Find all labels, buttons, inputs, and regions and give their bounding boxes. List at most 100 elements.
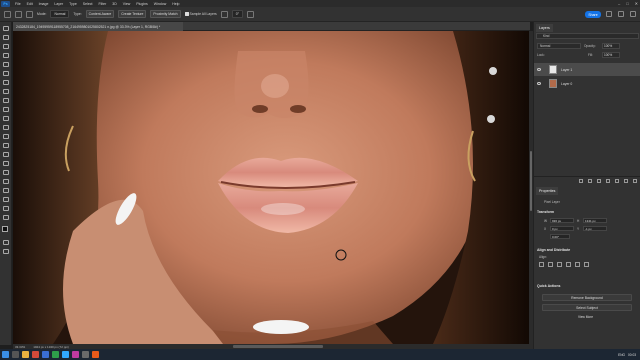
fill-field[interactable]: 100% [602,52,620,58]
link-layers-icon[interactable] [579,178,583,183]
align-left-icon[interactable] [539,262,544,267]
spot-healing-brush-icon[interactable] [15,10,22,18]
app-icon[interactable] [92,351,99,358]
minimize-icon[interactable]: – [618,1,620,6]
history-brush-tool-icon[interactable] [3,116,9,121]
fx-icon[interactable] [588,178,592,183]
browser-icon[interactable] [32,351,39,358]
app-icon[interactable] [52,351,59,358]
content-aware-button[interactable]: Content-Aware [85,10,115,18]
brush-tool-icon[interactable] [3,98,9,103]
start-icon[interactable] [2,351,9,358]
menu-filter[interactable]: Filter [96,2,110,6]
sample-all-layers-checkbox[interactable]: Sample All Layers [184,12,217,17]
type-tool-icon[interactable] [3,170,9,175]
y-field[interactable]: -1 px [583,226,607,231]
adjustment-icon[interactable] [606,178,610,183]
blur-tool-icon[interactable] [3,143,9,148]
layers-tab[interactable]: Layers [536,24,553,32]
layer-name[interactable]: Layer 1 [561,68,572,72]
clone-stamp-tool-icon[interactable] [3,107,9,112]
photoshop-icon[interactable] [62,351,69,358]
share-button[interactable]: Share [585,11,601,18]
layer-row[interactable]: Layer 0 [534,77,640,90]
menu-window[interactable]: Window [151,2,169,6]
height-field[interactable]: 1341 px [583,218,607,223]
blend-mode-select[interactable]: Normal [537,43,581,49]
clock[interactable]: 00:03 [628,353,636,357]
create-texture-button[interactable]: Create Texture [118,10,147,18]
angle-field[interactable]: 0.00° [550,234,570,239]
layer-name[interactable]: Layer 0 [561,82,572,86]
trash-icon[interactable] [633,178,637,183]
rectangle-tool-icon[interactable] [3,188,9,193]
align-middle-icon[interactable] [575,262,580,267]
foreground-color-swatch[interactable] [2,226,8,232]
zoom-level[interactable]: 33.33% [15,345,25,349]
align-top-icon[interactable] [566,262,571,267]
lasso-tool-icon[interactable] [3,44,9,49]
close-icon[interactable]: ✕ [635,1,638,6]
eraser-tool-icon[interactable] [3,125,9,130]
frame-tool-icon[interactable] [3,71,9,76]
search-icon[interactable] [12,351,19,358]
menu-layer[interactable]: Layer [51,2,66,6]
home-icon[interactable] [4,10,11,18]
menu-help[interactable]: Help [169,2,182,6]
remove-background-button[interactable]: Remove Background [542,294,632,301]
pressure-icon[interactable] [246,10,254,18]
layer-row[interactable]: Layer 1 [534,63,640,76]
group-icon[interactable] [615,178,619,183]
more-tools-icon[interactable] [3,215,9,220]
spot-healing-tool-icon[interactable] [3,89,9,94]
proximity-match-button[interactable]: Proximity Match [150,10,181,18]
quick-select-tool-icon[interactable] [3,53,9,58]
align-right-icon[interactable] [557,262,562,267]
document-tab[interactable]: 2432825184_19495959118955708_21649598010… [13,22,183,31]
menu-select[interactable]: Select [80,2,96,6]
align-bottom-icon[interactable] [584,262,589,267]
menu-type[interactable]: Type [66,2,80,6]
align-distribute-heading[interactable]: Align and Distribute [537,248,570,252]
transform-heading[interactable]: Transform [537,210,554,214]
mask-icon[interactable] [597,178,601,183]
screen-mode-icon[interactable] [3,249,9,254]
view-more-link[interactable]: View More [578,315,593,319]
vertical-scroll-thumb[interactable] [530,151,532,211]
menu-view[interactable]: View [120,2,134,6]
quick-actions-heading[interactable]: Quick Actions [537,284,560,288]
crop-tool-icon[interactable] [3,62,9,67]
hand-tool-icon[interactable] [3,197,9,202]
arrange-icon[interactable] [630,11,636,17]
search-icon[interactable] [606,11,612,17]
gradient-tool-icon[interactable] [3,134,9,139]
menu-edit[interactable]: Edit [24,2,36,6]
eye-icon[interactable] [537,68,541,71]
menu-plugins[interactable]: Plugins [133,2,150,6]
maximize-icon[interactable]: □ [626,1,628,6]
app-icon[interactable] [72,351,79,358]
horizontal-scroll-thumb[interactable] [233,345,323,348]
app-icon[interactable] [42,351,49,358]
menu-image[interactable]: Image [36,2,52,6]
select-subject-button[interactable]: Select Subject [542,304,632,311]
menu-file[interactable]: File [12,2,24,6]
eye-icon[interactable] [537,82,541,85]
angle-field[interactable]: 0° [231,10,243,18]
eyedropper-tool-icon[interactable] [3,80,9,85]
path-select-tool-icon[interactable] [3,179,9,184]
app-icon[interactable] [82,351,89,358]
canvas[interactable] [13,31,529,344]
quick-mask-icon[interactable] [3,240,9,245]
menu-3d[interactable]: 3D [109,2,119,6]
mode-select[interactable]: Normal [50,10,70,18]
zoom-tool-icon[interactable] [3,206,9,211]
brush-preset-icon[interactable] [26,10,33,18]
properties-tab[interactable]: Properties [536,187,559,195]
file-explorer-icon[interactable] [22,351,29,358]
dodge-tool-icon[interactable] [3,152,9,157]
align-center-icon[interactable] [548,262,553,267]
workspace-icon[interactable] [618,11,624,17]
layer-filter-field[interactable]: Kind [536,33,639,39]
new-layer-icon[interactable] [624,178,628,183]
